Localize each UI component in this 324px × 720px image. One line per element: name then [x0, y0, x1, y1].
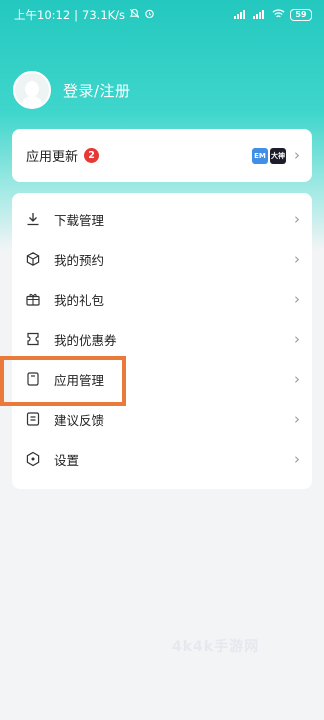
- update-app-icon-b: 大神: [270, 147, 286, 164]
- login-register-link[interactable]: 登录/注册: [63, 80, 131, 101]
- menu-item-label: 我的预约: [54, 252, 105, 268]
- menu-item-my-gift-pack[interactable]: 我的礼包 ›: [12, 279, 312, 319]
- app-manage-icon: [24, 370, 42, 388]
- app-update-card[interactable]: 应用更新 2 EM 大神 ›: [12, 129, 312, 182]
- watermark: 4k4k手游网: [172, 639, 260, 655]
- network-speed: 73.1K/s: [82, 8, 126, 22]
- coupon-icon: [24, 330, 42, 348]
- menu-item-my-reservations[interactable]: 我的预约 ›: [12, 239, 312, 279]
- avatar-silhouette-icon: [21, 81, 43, 107]
- avatar[interactable]: [13, 71, 51, 109]
- menu-item-settings[interactable]: 设置 ›: [12, 439, 312, 479]
- status-separator: |: [74, 8, 79, 22]
- menu-item-feedback[interactable]: 建议反馈 ›: [12, 399, 312, 439]
- menu-item-label: 建议反馈: [54, 412, 105, 428]
- chevron-right-icon: ›: [294, 410, 300, 428]
- chevron-right-icon: ›: [294, 250, 300, 268]
- settings-icon: [24, 450, 42, 468]
- menu-item-label: 设置: [54, 452, 80, 468]
- feedback-icon: [24, 410, 42, 428]
- signal-icon-2: [253, 8, 267, 22]
- menu-item-label: 应用管理: [54, 372, 105, 388]
- menu-list: 下载管理 › 我的预约 › 我的礼包 › 我的优惠券 › 应用管理 › 建议反馈: [12, 193, 312, 489]
- menu-item-label: 我的优惠券: [54, 332, 117, 348]
- app-update-label: 应用更新: [26, 150, 79, 165]
- gift-icon: [24, 290, 42, 308]
- signal-icon: [234, 8, 248, 22]
- menu-item-download-manager[interactable]: 下载管理 ›: [12, 199, 312, 239]
- update-app-icon-a: EM: [252, 147, 268, 164]
- download-icon: [24, 210, 42, 228]
- alarm-icon: [144, 8, 155, 22]
- status-bar: 上午10:12 | 73.1K/s 59: [0, 0, 324, 30]
- status-left: 上午10:12 | 73.1K/s: [14, 7, 155, 23]
- box-icon: [24, 250, 42, 268]
- menu-item-label: 我的礼包: [54, 292, 105, 308]
- wifi-icon: [272, 8, 285, 22]
- menu-item-label: 下载管理: [54, 212, 105, 228]
- profile-login[interactable]: 登录/注册: [13, 71, 131, 109]
- update-count-badge: 2: [84, 148, 100, 163]
- chevron-right-icon: ›: [294, 330, 300, 348]
- menu-item-my-coupons[interactable]: 我的优惠券 ›: [12, 319, 312, 359]
- status-time: 上午10:12: [14, 8, 71, 22]
- battery-icon: 59: [290, 9, 312, 21]
- chevron-right-icon: ›: [294, 370, 300, 388]
- chevron-right-icon: ›: [294, 146, 300, 164]
- chevron-right-icon: ›: [294, 290, 300, 308]
- chevron-right-icon: ›: [294, 450, 300, 468]
- menu-item-app-management[interactable]: 应用管理 ›: [12, 359, 312, 399]
- status-right: 59: [234, 8, 312, 22]
- chevron-right-icon: ›: [294, 210, 300, 228]
- mute-icon: [129, 8, 140, 22]
